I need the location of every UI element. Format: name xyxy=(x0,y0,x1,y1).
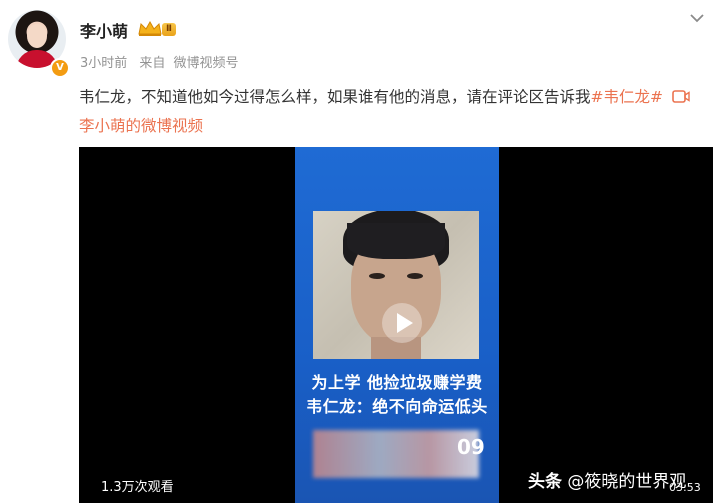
thumbnail-eye-right xyxy=(407,273,423,279)
user-name[interactable]: 李小萌 xyxy=(80,18,128,42)
blurred-number: 09 xyxy=(457,435,485,459)
source-prefix: 来自 xyxy=(139,56,166,71)
play-icon[interactable] xyxy=(380,301,424,345)
verified-badge: V xyxy=(50,58,70,78)
post-time: 3小时前 xyxy=(80,56,128,71)
post-text: 韦仁龙，不知道他如今过得怎么样，如果谁有他的消息，请在评论区告诉我#韦仁龙# 李… xyxy=(79,83,704,141)
post-body: 韦仁龙，不知道他如今过得怎么样，如果谁有他的消息，请在评论区告诉我 xyxy=(79,88,591,106)
blurred-banner xyxy=(313,430,479,478)
crown-icon xyxy=(138,21,162,36)
video-caption-line2: 韦仁龙：绝不向命运低头 xyxy=(306,397,488,416)
post-source[interactable]: 微博视频号 xyxy=(173,56,238,71)
thumbnail-bangs xyxy=(347,223,445,259)
video-link[interactable]: 李小萌的微博视频 xyxy=(79,117,203,135)
view-count: 1.3万次观看 xyxy=(101,480,174,495)
video-player[interactable]: 为上学 他捡垃圾赚学费 韦仁龙：绝不向命运低头 09 1.3万次观看 03:53 xyxy=(79,147,713,503)
avatar-face xyxy=(27,24,47,48)
hashtag-link[interactable]: #韦仁龙# xyxy=(591,88,663,106)
watermark-account: @筱晓的世界观 xyxy=(567,472,687,492)
watermark-site: 头条 xyxy=(528,472,562,492)
level-badge: Ⅱ xyxy=(162,23,176,36)
post-meta: 3小时前 来自 微博视频号 xyxy=(80,52,246,71)
video-caption-line1: 为上学 他捡垃圾赚学费 xyxy=(311,373,483,392)
thumbnail-eye-left xyxy=(369,273,385,279)
watermark: 头条 @筱晓的世界观 xyxy=(528,467,686,492)
chevron-down-icon[interactable] xyxy=(689,12,705,24)
video-link-icon xyxy=(672,90,690,103)
